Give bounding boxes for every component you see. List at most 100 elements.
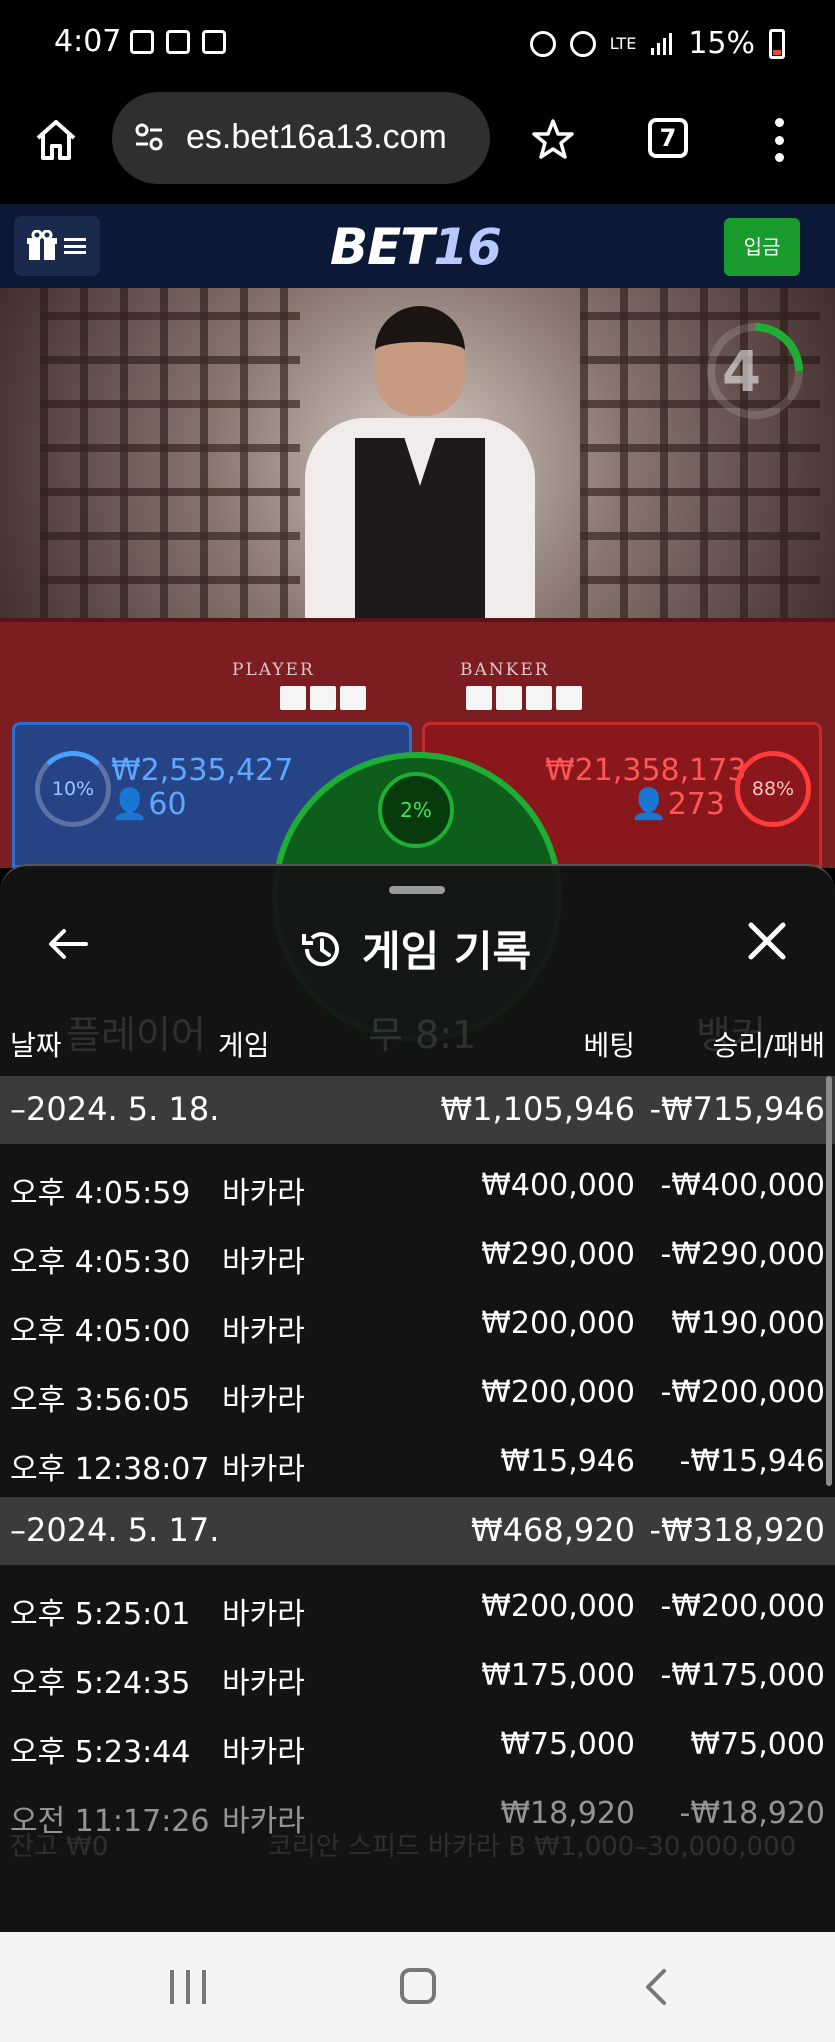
recent-apps-icon[interactable] xyxy=(170,1970,206,2004)
history-row[interactable]: 오전 11:17:26 바카라 ₩18,920 -₩18,920 xyxy=(0,1780,835,1849)
history-row[interactable]: 오후 3:56:05 바카라 ₩200,000 -₩200,000 xyxy=(0,1359,835,1428)
row-time: 오후 5:25:01 xyxy=(10,1597,191,1632)
banker-percent: 88% xyxy=(735,751,811,827)
row-bet: ₩200,000 xyxy=(481,1375,635,1410)
playing-card xyxy=(466,686,492,710)
status-bar: 4:07 LTE 15% xyxy=(0,0,835,92)
row-bet: ₩290,000 xyxy=(481,1237,635,1272)
column-header-date[interactable]: 날짜 xyxy=(10,1024,62,1064)
group-date: –2024. 5. 18. xyxy=(10,1090,220,1128)
row-game: 바카라 xyxy=(222,1245,305,1280)
row-result: ₩75,000 xyxy=(690,1727,825,1762)
row-time: 오후 4:05:00 xyxy=(10,1314,191,1349)
notification-icons xyxy=(130,30,226,54)
row-time: 오전 11:17:26 xyxy=(10,1804,210,1839)
history-row[interactable]: 오후 5:24:35 바카라 ₩175,000 -₩175,000 xyxy=(0,1642,835,1711)
row-time: 오후 5:23:44 xyxy=(10,1735,191,1770)
column-header-game[interactable]: 게임 xyxy=(218,1024,270,1064)
battery-percent: 15% xyxy=(688,26,755,61)
row-game: 바카라 xyxy=(222,1383,305,1418)
row-bet: ₩75,000 xyxy=(500,1727,635,1762)
row-game: 바카라 xyxy=(222,1314,305,1349)
home-icon[interactable] xyxy=(32,116,80,164)
battery-icon xyxy=(769,28,785,59)
sheet-drag-handle[interactable] xyxy=(389,886,445,894)
row-bet: ₩200,000 xyxy=(481,1589,635,1624)
tab-switcher-button[interactable]: 7 xyxy=(648,118,688,158)
player-bettor-count: 👤60 xyxy=(111,787,187,822)
row-game: 바카라 xyxy=(222,1176,305,1211)
row-bet: ₩200,000 xyxy=(481,1306,635,1341)
close-icon[interactable] xyxy=(746,920,788,962)
banker-table-label: BANKER xyxy=(460,660,550,680)
playing-card xyxy=(526,686,552,710)
background-lattice xyxy=(40,288,300,628)
row-game: 바카라 xyxy=(222,1735,305,1770)
column-header-bet[interactable]: 베팅 xyxy=(583,1024,635,1064)
history-row[interactable]: 오후 4:05:00 바카라 ₩200,000 ₩190,000 xyxy=(0,1290,835,1359)
row-bet: ₩18,920 xyxy=(500,1796,635,1831)
row-game: 바카라 xyxy=(222,1804,305,1839)
row-bet: ₩15,946 xyxy=(500,1444,635,1479)
playing-card xyxy=(340,686,366,710)
status-time: 4:07 xyxy=(54,24,122,59)
countdown-number: 4 xyxy=(722,340,761,405)
row-result: -₩175,000 xyxy=(660,1658,825,1693)
deposit-button[interactable]: 입금 xyxy=(724,218,800,276)
hamburger-icon xyxy=(64,238,86,254)
history-list[interactable]: –2024. 5. 18. ₩1,105,946 -₩715,946 오후 4:… xyxy=(0,1076,835,1849)
browser-toolbar: es.bet16a13.com 7 xyxy=(0,92,835,204)
row-bet: ₩400,000 xyxy=(481,1168,635,1203)
tie-percent: 2% xyxy=(378,772,454,848)
row-time: 오후 4:05:30 xyxy=(10,1245,191,1280)
signal-icon xyxy=(651,32,673,55)
row-game: 바카라 xyxy=(222,1597,305,1632)
banker-total-bet: ₩21,358,173 xyxy=(545,753,747,788)
group-bet-total: ₩1,105,946 xyxy=(440,1090,636,1128)
more-menu-icon[interactable] xyxy=(772,118,786,162)
row-result: -₩15,946 xyxy=(679,1444,825,1479)
row-result: -₩200,000 xyxy=(660,1375,825,1410)
history-scrollbar[interactable] xyxy=(826,1076,832,1486)
history-row[interactable]: 오후 4:05:30 바카라 ₩290,000 -₩290,000 xyxy=(0,1221,835,1290)
alarm-icon xyxy=(529,30,556,57)
sheet-title: 게임 기록 xyxy=(362,927,532,976)
date-group-header[interactable]: –2024. 5. 17. ₩468,920 -₩318,920 xyxy=(0,1497,835,1565)
voicemail-notification-icon xyxy=(202,30,226,54)
back-nav-icon[interactable] xyxy=(638,1968,674,2006)
row-game: 바카라 xyxy=(222,1452,305,1487)
playing-card xyxy=(556,686,582,710)
address-bar[interactable]: es.bet16a13.com xyxy=(112,92,490,184)
playing-card xyxy=(310,686,336,710)
site-logo[interactable]: BET16 xyxy=(330,218,502,276)
row-result: -₩200,000 xyxy=(660,1589,825,1624)
history-row[interactable]: 오후 5:23:44 바카라 ₩75,000 ₩75,000 xyxy=(0,1711,835,1780)
column-header-result[interactable]: 승리/패배 xyxy=(713,1024,825,1064)
group-bet-total: ₩468,920 xyxy=(471,1511,635,1549)
site-settings-icon[interactable] xyxy=(134,122,164,152)
gift-icon xyxy=(27,230,57,260)
back-arrow-icon[interactable] xyxy=(46,922,90,966)
history-icon xyxy=(302,931,339,966)
image-notification-icon xyxy=(130,30,154,54)
group-date: –2024. 5. 17. xyxy=(10,1511,220,1549)
history-row[interactable]: 오후 4:05:59 바카라 ₩400,000 -₩400,000 xyxy=(0,1152,835,1221)
history-row[interactable]: 오후 12:38:07 바카라 ₩15,946 -₩15,946 xyxy=(0,1428,835,1497)
network-type: LTE xyxy=(609,34,637,53)
playing-card xyxy=(280,686,306,710)
date-group-header[interactable]: –2024. 5. 18. ₩1,105,946 -₩715,946 xyxy=(0,1076,835,1144)
promo-menu-button[interactable] xyxy=(14,216,100,276)
home-nav-icon[interactable] xyxy=(400,1968,436,2004)
site-header: BET16 입금 xyxy=(0,204,835,288)
bookmark-star-icon[interactable] xyxy=(532,118,574,160)
system-icons: LTE 15% xyxy=(529,26,785,61)
player-percent: 10% xyxy=(35,751,111,827)
player-table-label: PLAYER xyxy=(232,660,315,680)
row-time: 오후 3:56:05 xyxy=(10,1383,191,1418)
group-result-total: -₩715,946 xyxy=(649,1090,825,1128)
history-row[interactable]: 오후 5:25:01 바카라 ₩200,000 -₩200,000 xyxy=(0,1573,835,1642)
alert-notification-icon xyxy=(166,30,190,54)
row-time: 오후 5:24:35 xyxy=(10,1666,191,1701)
playing-card xyxy=(496,686,522,710)
game-history-sheet: 플레이어 무 8:1 뱅커 잔고 ₩0 코리안 스피드 바카라 B ₩1,000… xyxy=(0,864,835,1932)
